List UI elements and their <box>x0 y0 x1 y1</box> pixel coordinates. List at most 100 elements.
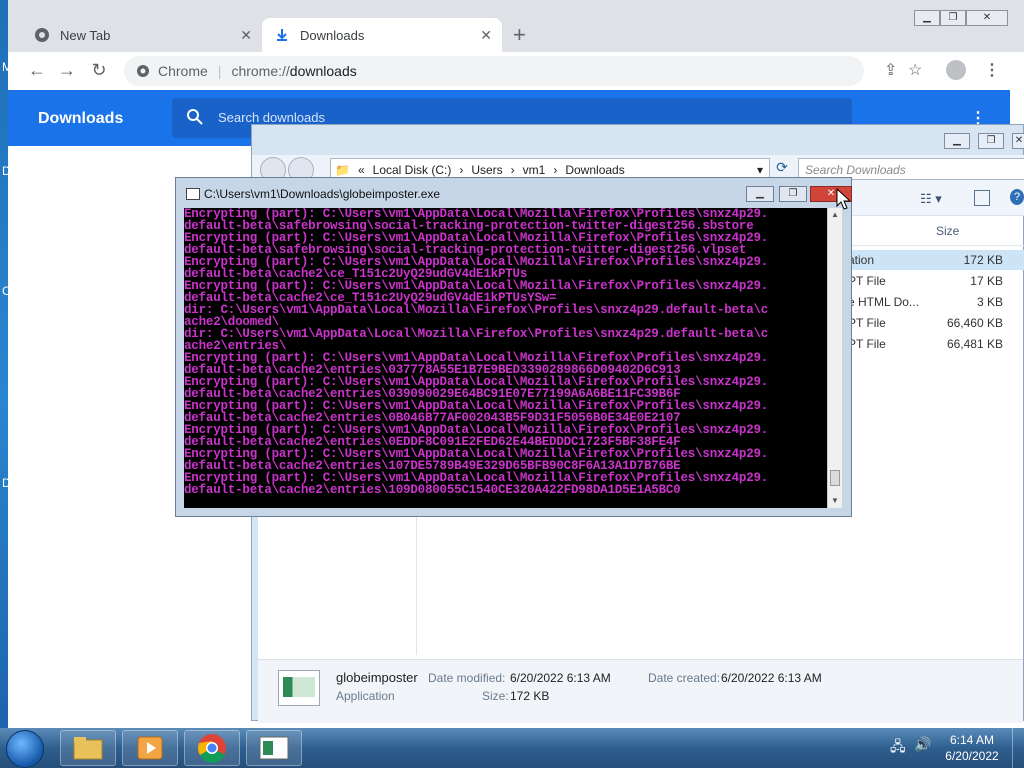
breadcrumb-item[interactable]: vm1 <box>523 163 546 177</box>
taskbar-chrome[interactable] <box>184 730 240 766</box>
show-desktop-button[interactable] <box>1012 728 1024 768</box>
close-window-button[interactable]: ✕ <box>1012 133 1024 149</box>
scroll-down-icon[interactable]: ▼ <box>828 494 842 508</box>
file-name: globeimposter <box>336 670 418 685</box>
file-size: 3 KB <box>976 295 1003 309</box>
file-type: PT File <box>848 316 886 330</box>
application-icon <box>259 736 289 760</box>
forward-button[interactable]: → <box>56 60 78 81</box>
size-value: 172 KB <box>510 689 550 703</box>
column-header-size[interactable]: Size <box>832 217 1024 246</box>
download-icon <box>274 27 290 43</box>
folder-icon: 📁 <box>335 163 350 177</box>
breadcrumb-chevron-icon[interactable]: › <box>553 163 557 177</box>
system-clock[interactable]: 6:14 AM 6/20/2022 <box>940 732 1004 764</box>
file-size: 17 KB <box>970 274 1003 288</box>
new-tab-button[interactable]: + <box>513 24 526 46</box>
column-header-label: Size <box>936 224 960 238</box>
scrollbar-thumb[interactable] <box>830 470 840 486</box>
breadcrumb-overflow[interactable]: « <box>358 163 365 177</box>
back-button[interactable]: ← <box>26 60 48 81</box>
console-window: C:\Users\vm1\Downloads\globeimposter.exe… <box>175 177 852 517</box>
date-modified-value: 6/20/2022 6:13 AM <box>510 671 611 685</box>
tab-strip: New Tab ✕ Downloads ✕ + ▁ ❐ ✕ <box>8 0 1024 52</box>
details-pane: globeimposter Application Date modified:… <box>258 659 1023 723</box>
file-row[interactable]: PT File 17 KB <box>832 271 1024 291</box>
date-created-label: Date created: <box>648 671 721 685</box>
console-scrollbar[interactable]: ▲ ▼ <box>827 208 842 508</box>
close-icon[interactable]: ✕ <box>240 27 252 44</box>
breadcrumb-chevron-icon[interactable]: › <box>511 163 515 177</box>
refresh-icon[interactable]: ⟳ <box>772 159 792 179</box>
breadcrumb-item[interactable]: Local Disk (C:) <box>373 163 452 177</box>
search-icon <box>187 109 203 125</box>
file-row[interactable]: PT File 66,481 KB <box>832 334 1024 354</box>
console-line: default-beta\cache2\entries\109D080055C1… <box>184 483 681 497</box>
media-player-icon <box>137 736 163 760</box>
file-size: 172 KB <box>963 253 1003 267</box>
network-icon[interactable]: 🖧 <box>890 736 906 760</box>
tab-label: New Tab <box>60 27 111 43</box>
minimize-button[interactable]: ▁ <box>746 186 774 202</box>
file-type: e HTML Do... <box>848 295 919 309</box>
taskbar-media-player[interactable] <box>122 730 178 766</box>
view-options-icon[interactable]: ☷ ▾ <box>920 191 942 207</box>
reload-button[interactable]: ↻ <box>88 60 110 81</box>
breadcrumb-item[interactable]: Downloads <box>565 163 624 177</box>
page-title: Downloads <box>38 110 124 127</box>
file-row[interactable]: ation 172 KB <box>832 250 1024 270</box>
tab-new-tab[interactable]: New Tab ✕ <box>22 18 262 52</box>
url-prefix: chrome:// <box>231 63 290 79</box>
address-separator: | <box>217 63 222 79</box>
clock-time: 6:14 AM <box>949 733 995 747</box>
taskbar-console[interactable] <box>246 730 302 766</box>
tab-label: Downloads <box>300 27 365 43</box>
mouse-cursor-icon <box>836 188 850 210</box>
file-type: PT File <box>848 337 886 351</box>
file-size: 66,460 KB <box>946 316 1003 330</box>
search-placeholder: Search downloads <box>218 110 325 125</box>
console-line: dir: C:\Users\vm1\AppData\Local\Mozilla\… <box>184 303 769 317</box>
console-app-icon <box>186 188 200 200</box>
close-window-button[interactable]: ✕ <box>966 10 1008 26</box>
breadcrumb-chevron-icon[interactable]: › <box>459 163 463 177</box>
url-text: chrome://downloads <box>231 63 356 79</box>
file-row[interactable]: PT File 66,460 KB <box>832 313 1024 333</box>
maximize-button[interactable]: ❐ <box>940 10 966 26</box>
size-label: Size: <box>482 689 509 703</box>
folder-icon <box>73 737 103 760</box>
preview-pane-icon[interactable] <box>974 190 990 206</box>
minimize-button[interactable]: ▁ <box>944 133 970 149</box>
share-icon[interactable]: ⇪ <box>884 60 897 80</box>
address-bar[interactable]: Chrome | chrome://downloads <box>124 56 864 86</box>
bookmark-star-icon[interactable]: ☆ <box>908 60 922 80</box>
chrome-icon <box>137 65 149 77</box>
scroll-up-icon[interactable]: ▲ <box>828 208 842 222</box>
file-row[interactable]: e HTML Do... 3 KB <box>832 292 1024 312</box>
file-size: 66,481 KB <box>946 337 1003 351</box>
close-icon[interactable]: ✕ <box>480 27 492 44</box>
minimize-button[interactable]: ▁ <box>914 10 940 26</box>
url-path: downloads <box>289 63 357 79</box>
console-output[interactable]: Encrypting (part): C:\Users\vm1\AppData\… <box>184 208 827 508</box>
maximize-button[interactable]: ❐ <box>779 186 807 202</box>
console-title: C:\Users\vm1\Downloads\globeimposter.exe <box>204 187 441 201</box>
tab-downloads[interactable]: Downloads ✕ <box>262 18 502 52</box>
profile-avatar[interactable] <box>946 60 966 80</box>
volume-icon[interactable]: 🔊 <box>914 736 931 753</box>
taskbar-explorer[interactable] <box>60 730 116 766</box>
site-label: Chrome <box>158 63 208 79</box>
start-button[interactable] <box>6 730 44 768</box>
breadcrumb-item[interactable]: Users <box>471 163 502 177</box>
file-type: PT File <box>848 274 886 288</box>
file-kind: Application <box>336 689 395 703</box>
application-icon <box>278 670 320 706</box>
chevron-down-icon[interactable]: ▾ <box>757 163 763 177</box>
chrome-menu-icon[interactable]: ⋮ <box>984 60 1000 80</box>
chrome-icon <box>198 734 226 763</box>
maximize-button[interactable]: ❐ <box>978 133 1004 149</box>
chrome-icon <box>34 27 50 43</box>
help-icon[interactable]: ? <box>1010 189 1024 205</box>
date-created-value: 6/20/2022 6:13 AM <box>721 671 822 685</box>
date-modified-label: Date modified: <box>428 671 506 685</box>
